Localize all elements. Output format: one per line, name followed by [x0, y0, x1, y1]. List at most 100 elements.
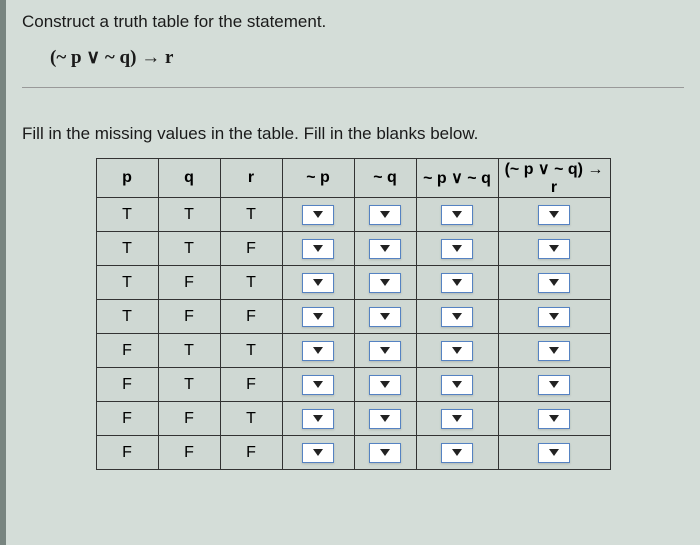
dropdown-not-p-4[interactable]	[302, 341, 334, 361]
cell-or	[416, 334, 498, 368]
cell-p: F	[96, 368, 158, 402]
header-not-q: ~ q	[354, 159, 416, 198]
table-header-row: p q r ~ p ~ q ~ p ∨ ~ q (~ p ∨ ~ q) → r	[96, 159, 610, 198]
dropdown-not-p-0[interactable]	[302, 205, 334, 225]
cell-r: T	[220, 334, 282, 368]
dropdown-not-q-3[interactable]	[369, 307, 401, 327]
cell-or	[416, 436, 498, 470]
chevron-down-icon	[313, 347, 323, 354]
cell-or	[416, 266, 498, 300]
table-row: FFT	[96, 402, 610, 436]
dropdown-implies-1[interactable]	[538, 239, 570, 259]
dropdown-or-4[interactable]	[441, 341, 473, 361]
chevron-down-icon	[313, 313, 323, 320]
cell-p: T	[96, 300, 158, 334]
dropdown-not-p-6[interactable]	[302, 409, 334, 429]
cell-p: T	[96, 198, 158, 232]
dropdown-implies-7[interactable]	[538, 443, 570, 463]
cell-p: T	[96, 266, 158, 300]
dropdown-not-q-5[interactable]	[369, 375, 401, 395]
cell-q: F	[158, 266, 220, 300]
chevron-down-icon	[549, 449, 559, 456]
chevron-down-icon	[452, 245, 462, 252]
chevron-down-icon	[313, 449, 323, 456]
dropdown-or-3[interactable]	[441, 307, 473, 327]
cell-not-q	[354, 402, 416, 436]
chevron-down-icon	[313, 245, 323, 252]
dropdown-not-p-7[interactable]	[302, 443, 334, 463]
cell-not-p	[282, 368, 354, 402]
chevron-down-icon	[313, 211, 323, 218]
cell-implies	[498, 436, 610, 470]
chevron-down-icon	[313, 279, 323, 286]
dropdown-or-7[interactable]	[441, 443, 473, 463]
chevron-down-icon	[380, 449, 390, 456]
cell-q: T	[158, 334, 220, 368]
dropdown-not-q-0[interactable]	[369, 205, 401, 225]
chevron-down-icon	[452, 415, 462, 422]
dropdown-or-2[interactable]	[441, 273, 473, 293]
dropdown-not-p-1[interactable]	[302, 239, 334, 259]
cell-p: F	[96, 436, 158, 470]
chevron-down-icon	[452, 449, 462, 456]
header-r: r	[220, 159, 282, 198]
cell-or	[416, 198, 498, 232]
cell-or	[416, 232, 498, 266]
dropdown-implies-5[interactable]	[538, 375, 570, 395]
dropdown-implies-3[interactable]	[538, 307, 570, 327]
dropdown-not-q-6[interactable]	[369, 409, 401, 429]
chevron-down-icon	[452, 347, 462, 354]
chevron-down-icon	[549, 211, 559, 218]
dropdown-not-p-2[interactable]	[302, 273, 334, 293]
logic-expression: (~ p ∨ ~ q) → r	[50, 46, 684, 69]
table-row: TTT	[96, 198, 610, 232]
chevron-down-icon	[380, 415, 390, 422]
dropdown-or-5[interactable]	[441, 375, 473, 395]
header-or: ~ p ∨ ~ q	[416, 159, 498, 198]
cell-not-p	[282, 266, 354, 300]
dropdown-or-6[interactable]	[441, 409, 473, 429]
cell-q: T	[158, 198, 220, 232]
dropdown-implies-4[interactable]	[538, 341, 570, 361]
dropdown-implies-0[interactable]	[538, 205, 570, 225]
cell-r: F	[220, 300, 282, 334]
cell-not-p	[282, 436, 354, 470]
cell-not-p	[282, 402, 354, 436]
cell-not-q	[354, 198, 416, 232]
chevron-down-icon	[380, 381, 390, 388]
dropdown-implies-6[interactable]	[538, 409, 570, 429]
cell-r: F	[220, 436, 282, 470]
table-body: TTTTTFTFTTFFFTTFTFFFTFFF	[96, 198, 610, 470]
table-row: FFF	[96, 436, 610, 470]
fill-instruction-text: Fill in the missing values in the table.…	[22, 124, 684, 144]
chevron-down-icon	[380, 211, 390, 218]
dropdown-or-0[interactable]	[441, 205, 473, 225]
cell-not-q	[354, 436, 416, 470]
cell-implies	[498, 232, 610, 266]
cell-not-q	[354, 368, 416, 402]
cell-or	[416, 300, 498, 334]
cell-p: T	[96, 232, 158, 266]
chevron-down-icon	[549, 245, 559, 252]
cell-r: F	[220, 232, 282, 266]
dropdown-not-p-5[interactable]	[302, 375, 334, 395]
cell-implies	[498, 266, 610, 300]
chevron-down-icon	[452, 211, 462, 218]
chevron-down-icon	[452, 313, 462, 320]
instruction-text: Construct a truth table for the statemen…	[22, 12, 684, 32]
dropdown-not-q-7[interactable]	[369, 443, 401, 463]
table-row: TFT	[96, 266, 610, 300]
dropdown-not-p-3[interactable]	[302, 307, 334, 327]
header-q: q	[158, 159, 220, 198]
cell-not-q	[354, 300, 416, 334]
dropdown-not-q-1[interactable]	[369, 239, 401, 259]
dropdown-not-q-2[interactable]	[369, 273, 401, 293]
cell-r: T	[220, 402, 282, 436]
dropdown-not-q-4[interactable]	[369, 341, 401, 361]
chevron-down-icon	[549, 279, 559, 286]
dropdown-implies-2[interactable]	[538, 273, 570, 293]
cell-q: T	[158, 232, 220, 266]
chevron-down-icon	[452, 381, 462, 388]
cell-or	[416, 368, 498, 402]
dropdown-or-1[interactable]	[441, 239, 473, 259]
